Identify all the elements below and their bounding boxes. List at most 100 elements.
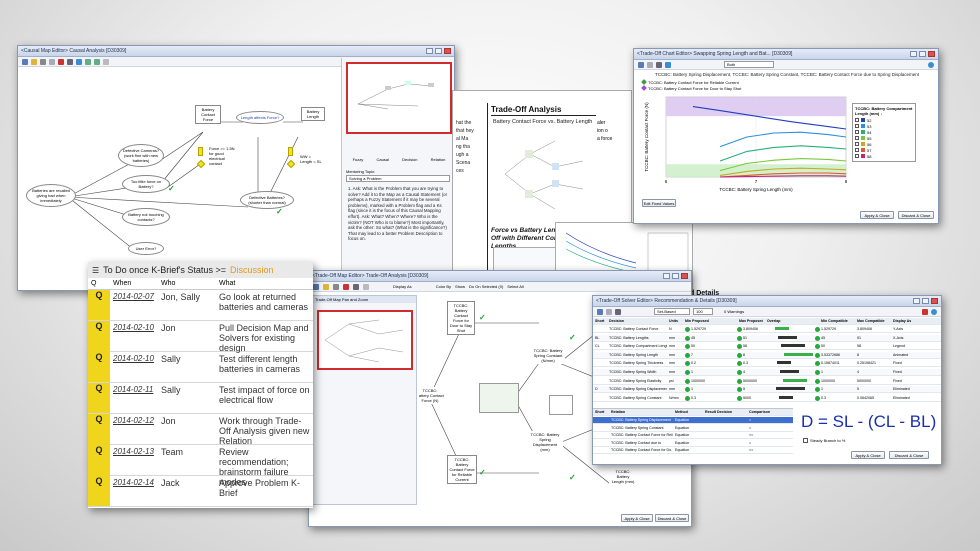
battery-not-touching-node[interactable]: Battery not touching contacts? [122,208,170,226]
select-all-button[interactable]: Select All [507,284,523,289]
table-row[interactable]: TCCBC: Battery Contact due to Equation = [593,440,793,447]
ww-length-node[interactable]: WW = Length = SL [299,153,325,165]
solver-cell-min[interactable]: 1 [691,370,713,374]
solver-cell-display[interactable]: Fixed [893,361,939,365]
save-icon[interactable] [638,61,644,68]
too-little-force-node[interactable]: Too little force on Battery? [122,175,170,193]
kbrief-date[interactable]: 2014-02-14 [110,476,158,506]
table-row[interactable]: TCCBC: Battery Spring Thickness mm 0.2 0.3 0… [593,360,941,368]
minimize-icon[interactable] [663,273,670,279]
battery-length-node[interactable]: Battery Length [301,107,325,121]
checkbox-icon[interactable] [855,118,859,122]
solver-cell-max[interactable]: 5000 [743,396,763,400]
print-icon[interactable] [353,283,359,290]
table-row[interactable]: Q 2014-02-11 Sally Test impact of force on … [88,383,313,414]
solver-cell-max[interactable]: 58 [743,344,763,348]
solver-cell-display[interactable]: Eliminated [893,396,939,400]
solver-cell-display[interactable]: Eliminated [893,387,939,391]
column-header[interactable]: Max Compatible [857,319,891,323]
tradeoff-map-titlebar[interactable]: <Trade-Off Map Editor> Trade-Off Analysi… [309,271,691,282]
close-icon[interactable] [444,48,451,54]
table-row[interactable]: Q 2014-02-10 Sally Test different length ba… [88,352,313,383]
copy-icon[interactable] [606,308,612,315]
pan-zoom-viewport[interactable] [317,310,413,370]
solver-cell-display[interactable]: Y-Axis [893,327,939,331]
close-icon[interactable] [681,273,688,279]
solver-cell-min[interactable]: 50 [691,344,713,348]
save-icon[interactable] [313,283,319,290]
checkbox-icon[interactable] [855,148,859,152]
column-header[interactable]: Method [675,410,703,414]
cut-icon[interactable] [333,283,339,290]
table-row[interactable]: TCCBC: Battery Spring Width mm 1 4 1 4 Fixed [593,369,941,376]
open-folder-icon[interactable] [31,58,37,65]
table-row[interactable]: Q 2014-02-14 Jack Approve Problem K-Brief [88,476,313,507]
minimize-icon[interactable] [910,51,917,57]
solver-cell-display[interactable]: Animated [893,353,939,357]
help-icon[interactable] [928,61,934,68]
checkbox-icon[interactable] [855,124,859,128]
defective-batteries-node[interactable]: Defective Batteries? (shorter than norma… [240,191,294,209]
contact-force-node[interactable]: TCCBC: Battery Contact Force (N) [419,387,445,404]
solver-cell-min[interactable]: 1 [691,387,713,391]
table-row[interactable]: TCCBC: Battery Spring Constant N/mm 0.3 500… [593,395,941,402]
show-menu[interactable]: Show [455,284,465,289]
kbrief-date[interactable]: 2014-02-10 [110,352,158,382]
column-header[interactable]: Min Compatible [821,319,855,323]
checkbox-icon[interactable] [803,438,808,443]
column-header[interactable]: Max Proposed [739,319,763,323]
user-error-node[interactable]: User Error? [128,242,164,255]
legend-item[interactable]: 58 [855,153,913,159]
door-stay-shut-node[interactable]: TCCBC: Battery Contact Force for Door to… [447,301,475,335]
column-header[interactable]: Short [595,319,607,323]
zoom-icon[interactable] [103,58,109,65]
kbrief-date[interactable]: 2014-02-07 [110,290,158,320]
undo-icon[interactable] [85,58,91,65]
solver-cell-min[interactable]: 0.2 [691,361,713,365]
minimize-icon[interactable] [426,48,433,54]
map-discard-close-button[interactable]: Discard & Close [655,514,689,522]
chart-apply-close-button[interactable]: Apply & Close [860,211,894,219]
solver-cell-min[interactable]: 1.529729 [691,327,713,331]
solver-cell-min[interactable]: 45 [691,336,713,340]
column-header[interactable]: Decision [609,319,667,323]
table-row[interactable]: TCCBC: Battery Contact Force for Reli. Eq… [593,432,793,440]
steady-branch-checkbox[interactable]: Steady Branch to % [803,438,845,443]
map-apply-close-button[interactable]: Apply & Close [621,514,653,522]
table-row[interactable]: Q 2014-02-13 Team Review recommendation; br… [88,445,313,487]
kbrief-date[interactable]: 2014-02-11 [110,383,158,413]
maximize-icon[interactable] [672,273,679,279]
color-by-menu[interactable]: Color By [436,284,451,289]
export-icon[interactable] [76,58,82,65]
solver-cell-max[interactable]: 0.3 [743,361,763,365]
kbrief-date[interactable]: 2014-02-12 [110,414,158,446]
close-icon[interactable] [931,298,938,304]
solver-cell-display[interactable]: Fixed [893,370,939,374]
delete-icon[interactable] [343,283,349,290]
column-header[interactable]: Relation [611,410,673,414]
length-affects-force-node[interactable]: Length affects Force? [236,111,284,124]
batteries-recalled-node[interactable]: Batteries are recalled giving bad when i… [26,184,76,207]
column-header[interactable]: Overlap [767,319,817,323]
column-header[interactable]: Result Decision [705,410,745,414]
solver-cell-display[interactable]: Fixed [893,379,939,383]
checkbox-icon[interactable] [855,154,859,158]
solver-cell-display[interactable]: X-Axis [893,336,939,340]
solver-cell-max[interactable]: 51 [743,336,763,340]
battery-length-node[interactable]: TCCBC: Battery Length (mm) [609,468,637,485]
redo-icon[interactable] [94,58,100,65]
kbrief-date[interactable]: 2014-02-10 [110,321,158,353]
column-header[interactable]: Display As [893,319,939,323]
table-row[interactable]: Q 2014-02-12 Jon Work through Trade-Off Ana… [88,414,313,446]
solver-cell-max[interactable]: 4 [743,370,763,374]
help-icon[interactable] [931,308,937,315]
column-header[interactable]: Min Proposed [685,319,711,323]
chart-editor-titlebar[interactable]: <Trade-Off Chart Editor> Swapping Spring… [634,49,938,60]
defective-cameras-node[interactable]: Defective Cameras? (work fine with new b… [118,144,164,167]
close-icon[interactable] [928,51,935,57]
table-row[interactable]: Q 2014-02-10 Jon Pull Decision Map and Solv… [88,321,313,353]
copy-icon[interactable] [647,61,653,68]
table-row[interactable]: CL TCCBC: Battery Compartment Length mm 50 5… [593,343,941,351]
axis-select[interactable]: Both [724,61,774,68]
solver-discard-close-button[interactable]: Discard & Close [889,451,929,459]
